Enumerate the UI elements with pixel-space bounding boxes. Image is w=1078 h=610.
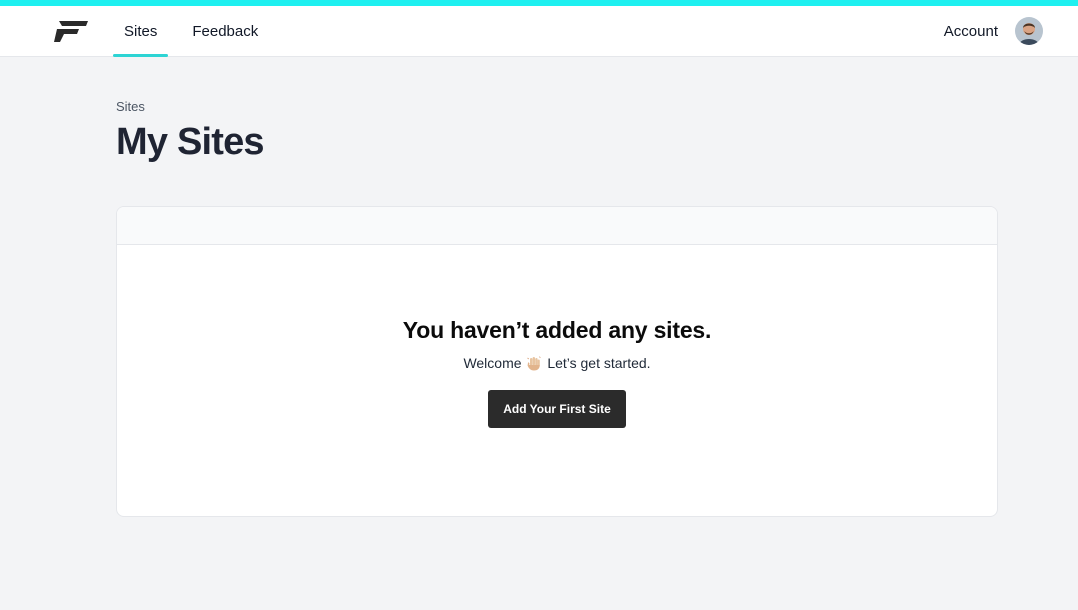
empty-state-subtitle: Welcome Let’s get started.: [117, 355, 997, 371]
main-nav: Sites Feedback: [112, 6, 270, 57]
empty-state: You haven’t added any sites. Welcome Let…: [117, 245, 997, 428]
waving-hand-icon: [527, 356, 542, 371]
get-started-text: Let’s get started.: [547, 355, 651, 371]
account-link[interactable]: Account: [944, 23, 998, 40]
sites-card: You haven’t added any sites. Welcome Let…: [116, 206, 998, 517]
brand-logo-icon[interactable]: [53, 18, 89, 44]
empty-state-title: You haven’t added any sites.: [402, 317, 712, 343]
add-first-site-button[interactable]: Add Your First Site: [488, 390, 626, 428]
nav-item-sites[interactable]: Sites: [112, 6, 169, 57]
page-title: My Sites: [116, 121, 265, 163]
user-avatar-icon[interactable]: [1015, 17, 1043, 45]
main-content: Sites My Sites You haven’t added any sit…: [0, 57, 1078, 517]
card-header: [117, 207, 997, 245]
breadcrumb[interactable]: Sites: [116, 99, 997, 114]
welcome-text: Welcome: [463, 355, 522, 371]
header-right: Account: [944, 17, 1043, 45]
top-navigation-bar: Sites Feedback Account: [0, 6, 1078, 57]
nav-item-feedback[interactable]: Feedback: [180, 6, 270, 56]
